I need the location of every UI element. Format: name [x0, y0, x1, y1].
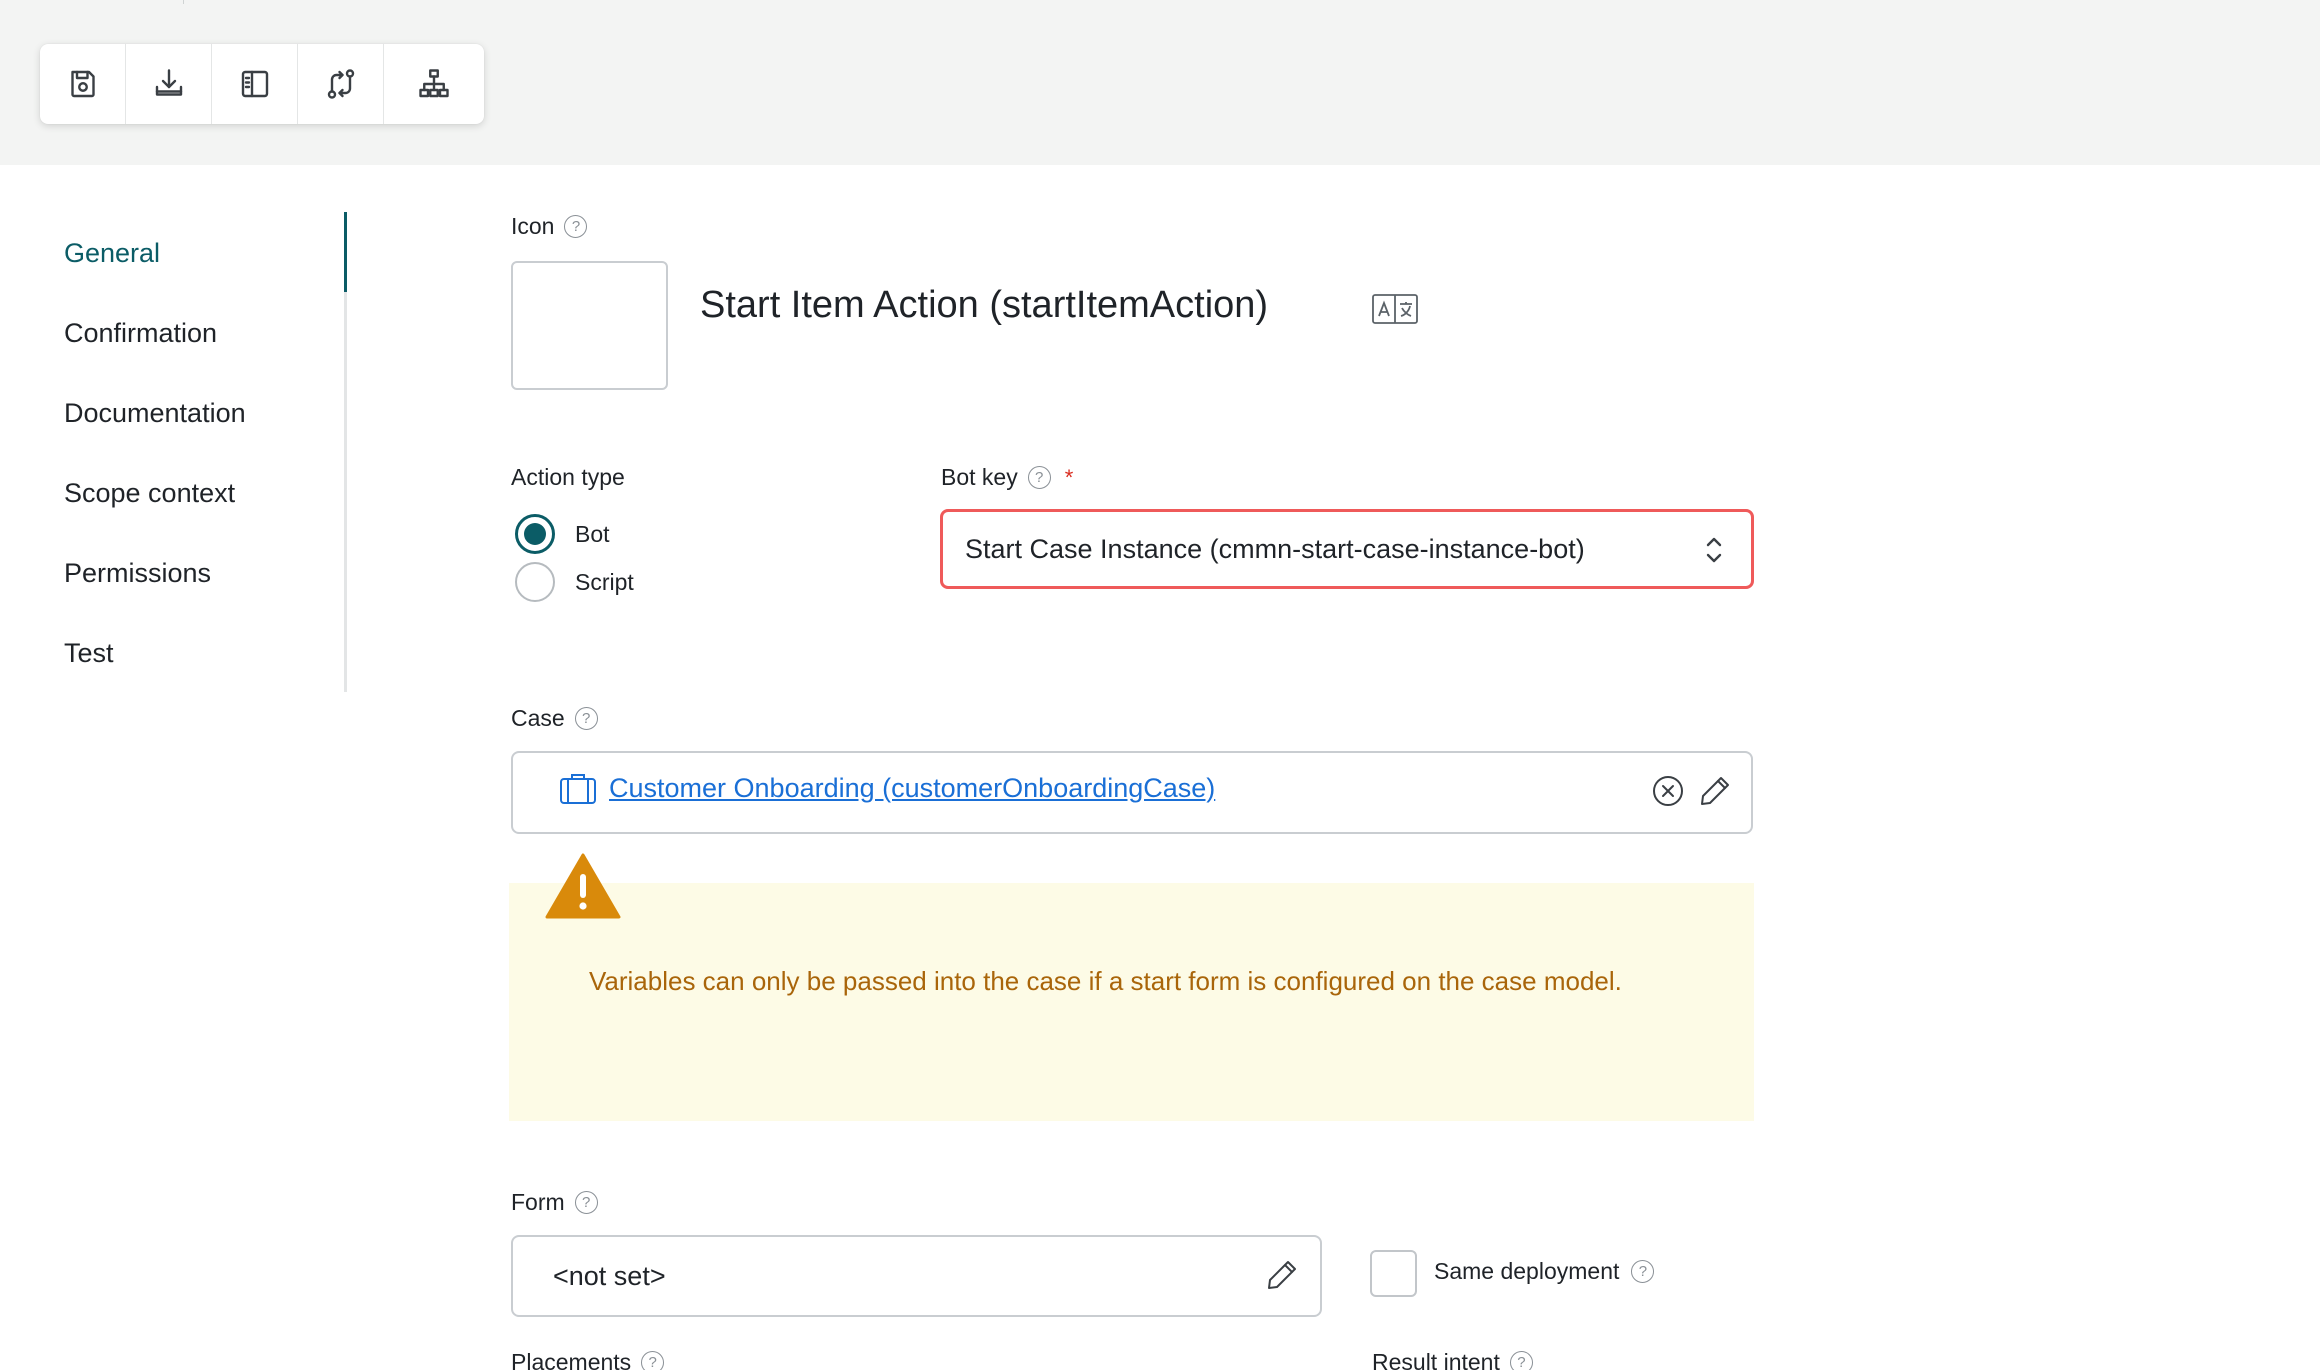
- required-marker: *: [1064, 464, 1074, 490]
- nav-item-scope-context[interactable]: Scope context: [64, 453, 246, 533]
- case-field: Customer Onboarding (customerOnboardingC…: [511, 751, 1753, 834]
- nav-item-test[interactable]: Test: [64, 613, 246, 693]
- section-nav: General Confirmation Documentation Scope…: [64, 213, 246, 693]
- case-link-text: Customer Onboarding (customerOnboardingC…: [609, 772, 1216, 803]
- same-deployment-text: Same deployment: [1434, 1258, 1620, 1284]
- pencil-icon: [1268, 1261, 1296, 1289]
- nav-item-general[interactable]: General: [64, 213, 246, 293]
- bot-key-select[interactable]: Start Case Instance (cmmn-start-case-ins…: [940, 509, 1754, 589]
- warning-callout: [509, 883, 1754, 1121]
- translate-icon: [1372, 294, 1418, 324]
- result-intent-label-text: Result intent: [1372, 1349, 1500, 1370]
- bot-key-value: Start Case Instance (cmmn-start-case-ins…: [965, 533, 1585, 564]
- form-label: Form ?: [511, 1189, 598, 1216]
- chevron-up-down-icon: [1703, 534, 1725, 566]
- save-button[interactable]: [40, 44, 126, 124]
- toolbar: [40, 44, 484, 124]
- download-button[interactable]: [126, 44, 212, 124]
- radio-button-bot[interactable]: [515, 514, 555, 554]
- bot-key-label: Bot key ? *: [941, 464, 1073, 491]
- form-label-text: Form: [511, 1189, 565, 1215]
- icon-label-text: Icon: [511, 213, 555, 239]
- help-icon[interactable]: ?: [1027, 466, 1051, 489]
- radio-label-script: Script: [575, 568, 634, 595]
- pencil-icon: [1701, 777, 1729, 805]
- help-icon[interactable]: ?: [564, 215, 588, 238]
- briefcase-icon: [560, 774, 596, 804]
- result-intent-label: Result intent ?: [1372, 1349, 1533, 1370]
- clear-button[interactable]: [1650, 773, 1686, 809]
- compare-button[interactable]: [298, 44, 384, 124]
- icon-picker[interactable]: [511, 261, 668, 390]
- close-circle-icon: [1653, 776, 1683, 806]
- toggle-panel-button[interactable]: [212, 44, 298, 124]
- download-icon: [155, 69, 182, 96]
- sidebar-panel-icon: [241, 70, 268, 98]
- same-deployment-checkbox[interactable]: [1370, 1250, 1417, 1297]
- icon-field-label: Icon ?: [511, 213, 588, 240]
- placements-label-text: Placements: [511, 1349, 632, 1370]
- divider: [183, 0, 184, 4]
- action-type-label: Action type: [511, 464, 625, 491]
- nav-item-documentation[interactable]: Documentation: [64, 373, 246, 453]
- help-icon[interactable]: ?: [574, 707, 598, 730]
- help-icon[interactable]: ?: [574, 1191, 598, 1214]
- action-type-label-text: Action type: [511, 464, 625, 490]
- nav-rail-active-indicator: [344, 212, 347, 292]
- case-label: Case ?: [511, 705, 598, 732]
- form-field-value: <not set>: [553, 1260, 666, 1291]
- page-title: Start Item Action (startItemAction): [700, 284, 1269, 326]
- radio-button-script[interactable]: [515, 562, 555, 602]
- nav-item-confirmation[interactable]: Confirmation: [64, 293, 246, 373]
- form-field[interactable]: <not set>: [511, 1235, 1322, 1317]
- nav-item-permissions[interactable]: Permissions: [64, 533, 246, 613]
- bot-key-label-text: Bot key: [941, 464, 1018, 490]
- hierarchy-icon: [419, 69, 449, 98]
- same-deployment-label: Same deployment ?: [1434, 1258, 1655, 1285]
- help-icon[interactable]: ?: [1509, 1351, 1533, 1370]
- radio-option-script[interactable]: Script: [515, 562, 634, 602]
- compare-icon: [327, 69, 354, 99]
- edit-form-button[interactable]: [1264, 1257, 1300, 1293]
- placements-label: Placements ?: [511, 1349, 665, 1370]
- top-bar: [0, 0, 2320, 165]
- radio-label-bot: Bot: [575, 520, 610, 547]
- warning-icon: [545, 852, 621, 920]
- help-icon[interactable]: ?: [1631, 1260, 1655, 1283]
- hierarchy-button[interactable]: [384, 44, 484, 124]
- case-label-text: Case: [511, 705, 565, 731]
- radio-option-bot[interactable]: Bot: [515, 514, 610, 554]
- edit-case-button[interactable]: [1697, 773, 1733, 809]
- translate-button[interactable]: [1372, 294, 1418, 324]
- save-icon: [70, 70, 95, 98]
- case-link[interactable]: Customer Onboarding (customerOnboardingC…: [559, 771, 1215, 805]
- help-icon[interactable]: ?: [641, 1351, 665, 1370]
- warning-message: Variables can only be passed into the ca…: [589, 966, 1622, 996]
